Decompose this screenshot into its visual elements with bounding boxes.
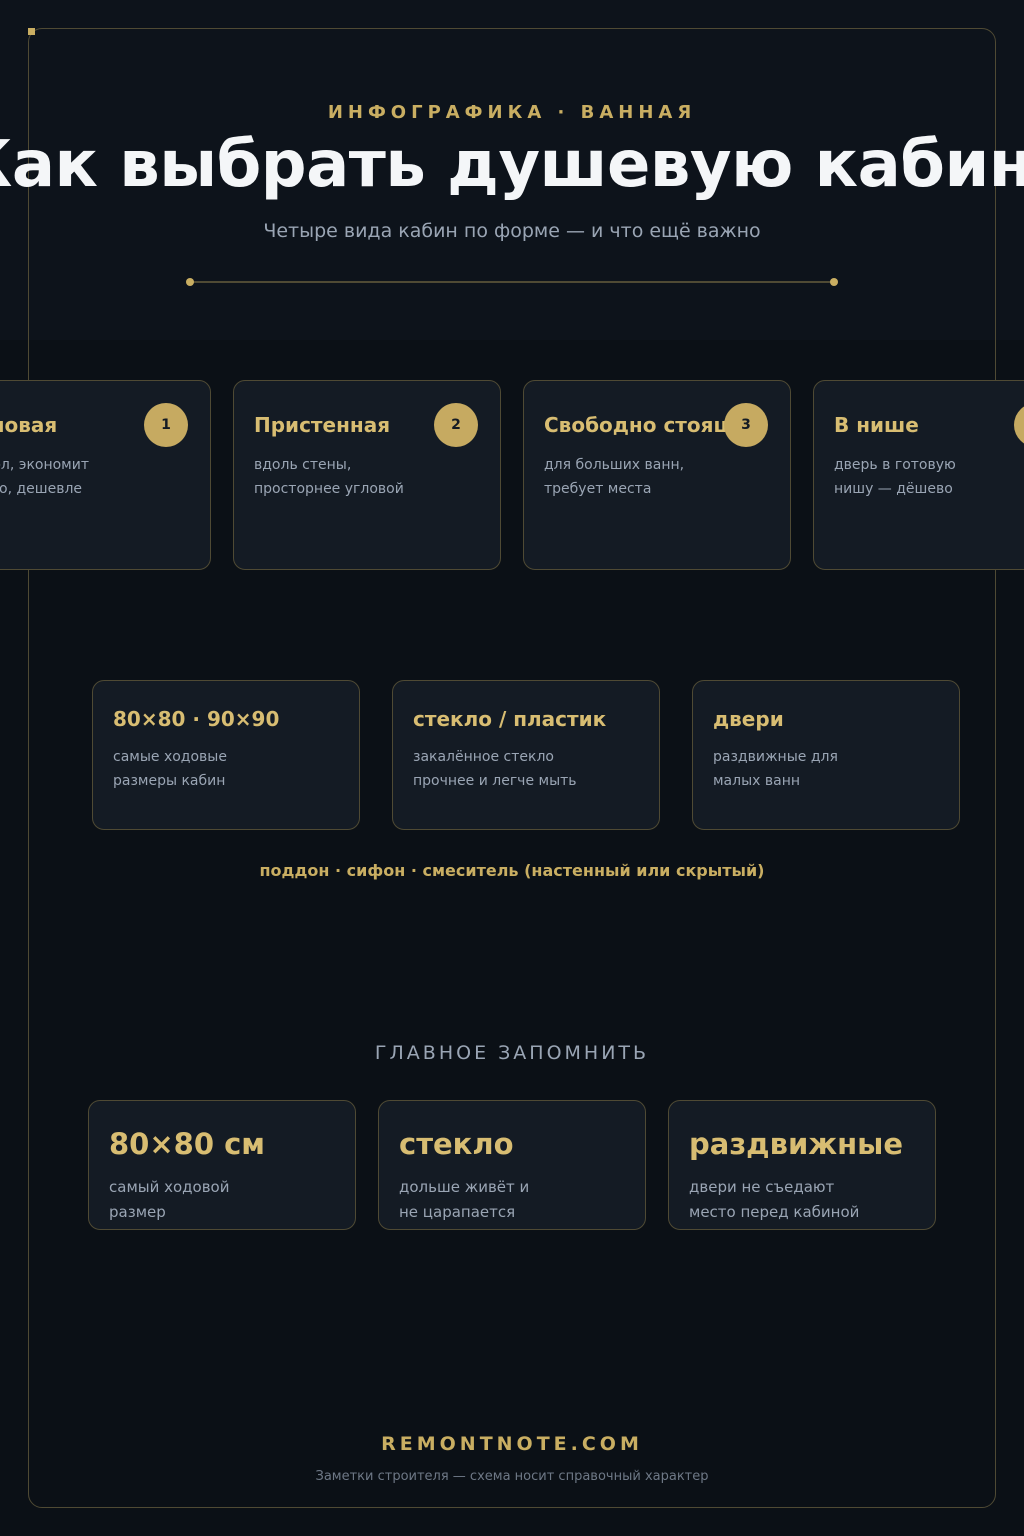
extras-line: поддон · сифон · смеситель (настенный ил… [259,861,765,880]
cabin-type-title: В нише [834,413,919,437]
cabin-type-card-corner: Угловая 1 в угол, экономит место, дешевл… [0,380,211,570]
cabin-type-title: Угловая [0,413,58,437]
takeaway-card-size: 80×80 см самый ходовой размер [88,1100,356,1230]
cabin-type-description: для больших ванн, требует места [544,457,685,497]
spec-title: двери [713,707,784,731]
cabin-type-number-badge: 1 [144,403,188,447]
takeaway-card-sliding: раздвижные двери не съедают место перед … [668,1100,936,1230]
header-divider [190,281,834,283]
cabin-type-description: вдоль стены, просторнее угловой [254,457,404,497]
cabin-type-card-freestanding: Свободно стоящая 3 для больших ванн, тре… [523,380,791,570]
page-title: Как выбрать душевую кабину [0,128,1024,202]
cabin-type-number-badge: 4 [1014,403,1024,447]
cabin-type-number-badge: 2 [434,403,478,447]
spec-card-material: стекло / пластик закалённое стекло прочн… [392,680,660,830]
footer-note: Заметки строителя — схема носит справочн… [315,1469,709,1484]
cabin-type-title: Пристенная [254,413,391,437]
takeaway-description: двери не съедают место перед кабиной [689,1178,860,1221]
cabin-type-number-badge: 3 [724,403,768,447]
takeaways-heading: ГЛАВНОЕ ЗАПОМНИТЬ [374,1042,650,1064]
cabin-type-description: в угол, экономит место, дешевле [0,457,89,497]
takeaway-description: дольше живёт и не царапается [399,1178,530,1221]
spec-description: закалённое стекло прочнее и легче мыть [413,749,577,789]
cabin-type-card-wall: Пристенная 2 вдоль стены, просторнее угл… [233,380,501,570]
cabin-type-description: дверь в готовую нишу — дёшево [834,457,956,497]
corner-marker [28,28,35,35]
infographic-page: ИНФОГРАФИКА · ВАННАЯ Как выбрать душевую… [0,0,1024,1536]
takeaway-title: раздвижные [689,1127,904,1161]
divider-dot-left [186,278,194,286]
spec-title: 80×80 · 90×90 [113,707,280,731]
takeaway-description: самый ходовой размер [109,1178,230,1221]
brand-site[interactable]: REMONTNOTE.COM [0,1433,1024,1455]
spec-card-doors: двери раздвижные для малых ванн [692,680,960,830]
page-subtitle: Четыре вида кабин по форме — и что ещё в… [263,220,761,242]
kicker: ИНФОГРАФИКА · ВАННАЯ [327,102,697,123]
spec-title: стекло / пластик [413,707,607,731]
divider-dot-right [830,278,838,286]
spec-card-sizes: 80×80 · 90×90 самые ходовые размеры каби… [92,680,360,830]
cabin-type-card-niche: В нише 4 дверь в готовую нишу — дёшево [813,380,1024,570]
takeaway-card-glass: стекло дольше живёт и не царапается [378,1100,646,1230]
takeaway-title: 80×80 см [109,1127,266,1161]
spec-description: раздвижные для малых ванн [713,749,838,789]
takeaway-title: стекло [399,1127,514,1161]
spec-description: самые ходовые размеры кабин [113,749,227,789]
